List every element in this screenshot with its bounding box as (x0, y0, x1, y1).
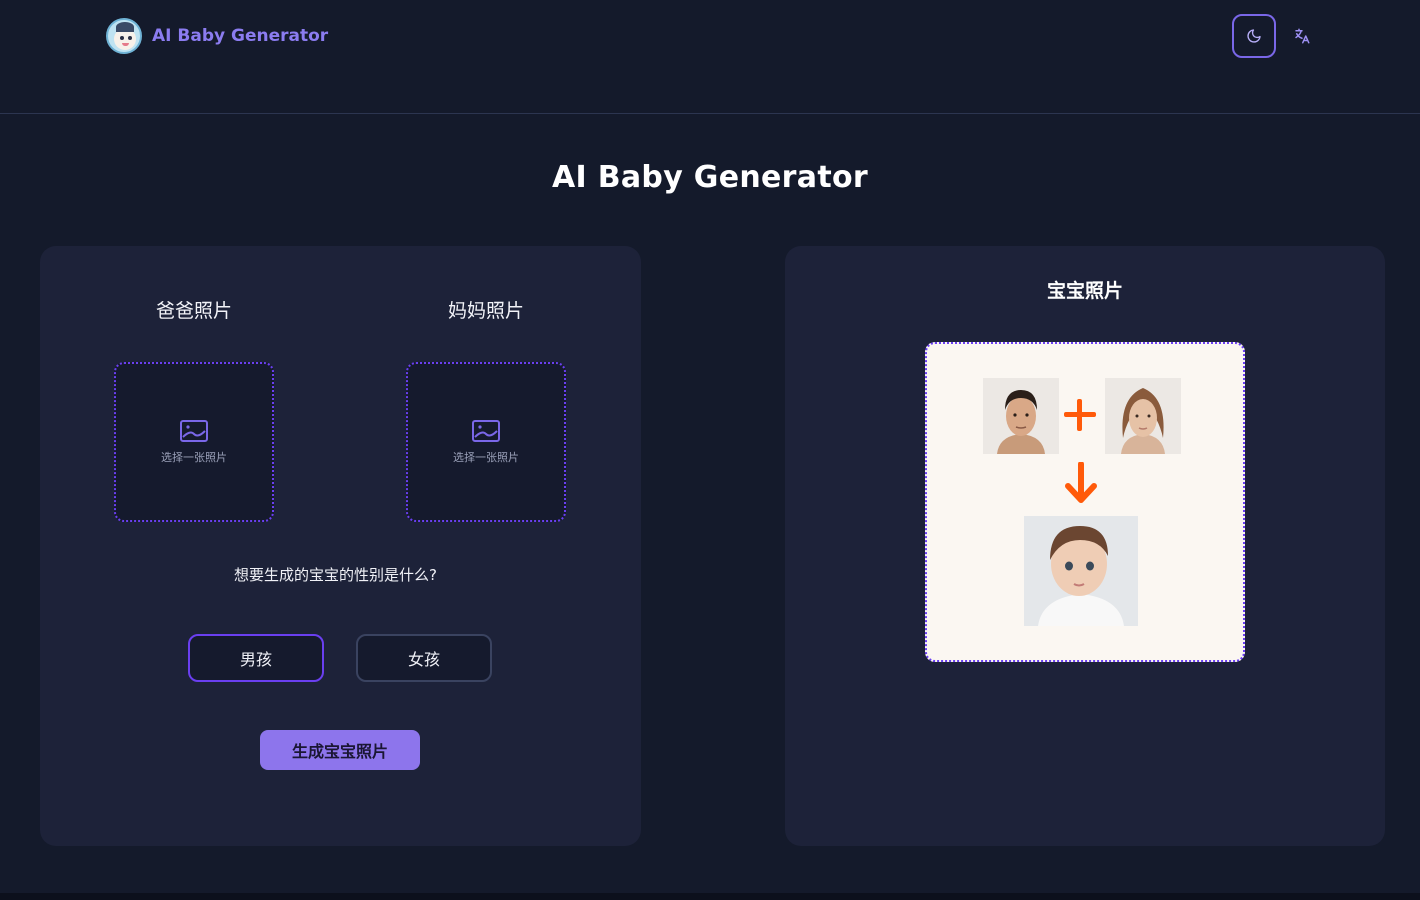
theme-toggle-button[interactable] (1232, 14, 1276, 58)
dad-photo-label: 爸爸照片 (155, 300, 232, 322)
baby-logo-icon (106, 18, 142, 54)
mom-upload-text: 选择一张照片 (453, 451, 519, 464)
dad-photo-upload[interactable]: 选择一张照片 (114, 362, 274, 522)
mom-photo-upload[interactable]: 选择一张照片 (406, 362, 566, 522)
result-panel: 宝宝照片 (785, 246, 1385, 846)
dad-upload-text: 选择一张照片 (161, 451, 227, 464)
dad-example-photo (983, 378, 1059, 454)
brand[interactable]: AI Baby Generator (106, 18, 328, 54)
generate-baby-photo-button[interactable]: 生成宝宝照片 (260, 730, 420, 770)
gender-boy-button[interactable]: 男孩 (188, 634, 324, 682)
baby-example-photo (1024, 516, 1138, 626)
top-header: AI Baby Generator (0, 0, 1420, 114)
language-button[interactable] (1288, 22, 1316, 50)
image-icon (472, 420, 500, 442)
translate-icon (1295, 28, 1310, 44)
moon-icon (1247, 29, 1261, 43)
upload-panel: 爸爸照片 选择一张照片 妈妈照片 选择一张照片 想要生成的宝宝的性别是什么? 男… (40, 246, 641, 846)
plus-icon (1061, 396, 1099, 434)
example-result-image (925, 342, 1245, 662)
result-title: 宝宝照片 (1046, 280, 1123, 302)
mom-example-photo (1105, 378, 1181, 454)
page-title: AI Baby Generator (552, 160, 868, 195)
gender-question: 想要生成的宝宝的性别是什么? (234, 566, 437, 584)
gender-girl-button[interactable]: 女孩 (356, 634, 492, 682)
image-icon (180, 420, 208, 442)
footer-bar (0, 893, 1420, 900)
brand-name: AI Baby Generator (152, 26, 329, 46)
arrow-down-icon (1063, 461, 1099, 506)
mom-photo-label: 妈妈照片 (447, 300, 524, 322)
